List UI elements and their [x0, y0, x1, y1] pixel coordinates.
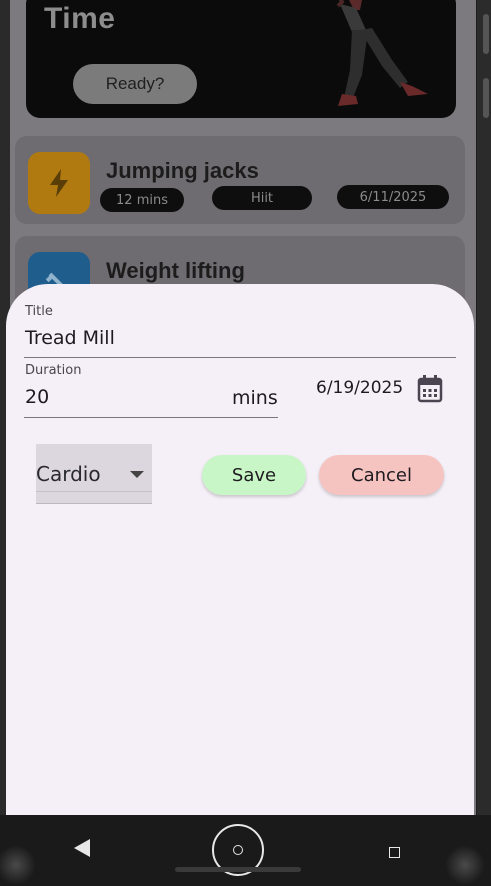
duration-input[interactable]: 20 — [25, 386, 49, 408]
home-dot — [233, 845, 243, 855]
gesture-handle[interactable] — [175, 867, 301, 872]
title-input[interactable]: Tread Mill — [25, 327, 115, 349]
hero-title: Time — [44, 2, 116, 35]
chevron-down-icon — [130, 471, 144, 478]
duration-label: Duration — [25, 363, 82, 378]
workout-title: Jumping jacks — [106, 158, 259, 183]
title-label: Title — [25, 304, 53, 319]
date-pill: 6/11/2025 — [337, 185, 449, 209]
duration-pill: 12 mins — [100, 188, 184, 212]
workout-title: Weight lifting — [106, 258, 245, 283]
cancel-button[interactable]: Cancel — [319, 455, 444, 495]
title-underline — [24, 357, 456, 358]
power-button — [483, 78, 489, 118]
phone-frame-right — [477, 0, 491, 820]
ready-button[interactable]: Ready? — [73, 64, 197, 104]
duration-unit: mins — [232, 387, 278, 409]
system-navigation-bar — [0, 815, 491, 886]
category-pill: Hiit — [212, 186, 312, 210]
hero-banner: Time Ready? — [26, 0, 456, 118]
calendar-icon[interactable] — [417, 375, 443, 403]
lightning-icon — [28, 152, 90, 214]
edit-workout-sheet: Title Tread Mill Duration 20 mins 6/19/2… — [6, 284, 474, 822]
back-triangle-icon[interactable] — [74, 839, 90, 857]
category-dropdown[interactable]: Cardio — [36, 444, 152, 504]
workout-card[interactable]: Jumping jacks 12 mins Hiit 6/11/2025 — [15, 136, 465, 224]
date-value: 6/19/2025 — [316, 378, 404, 398]
dropdown-underline — [36, 491, 152, 492]
recents-square-icon[interactable] — [389, 847, 400, 858]
volume-button — [483, 14, 489, 54]
save-button[interactable]: Save — [202, 455, 306, 495]
corner-glow — [445, 845, 485, 885]
category-selected: Cardio — [36, 462, 101, 486]
duration-underline — [24, 417, 278, 418]
athlete-illustration — [336, 0, 428, 106]
corner-glow — [0, 845, 36, 885]
